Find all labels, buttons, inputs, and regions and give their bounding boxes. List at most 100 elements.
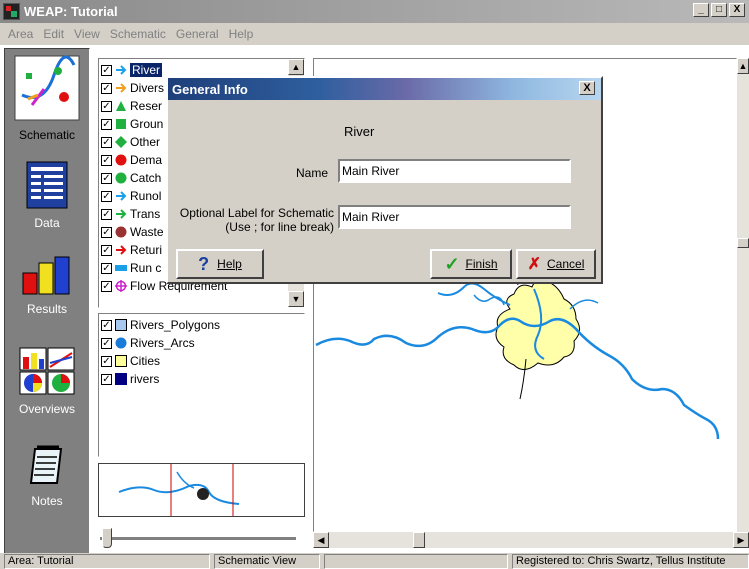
nav-overviews[interactable]: Overviews <box>5 347 89 416</box>
checkbox[interactable]: ✓ <box>101 355 112 367</box>
nav-data-label: Data <box>34 216 60 230</box>
checkbox[interactable]: ✓ <box>101 280 112 292</box>
layer-rivers[interactable]: ✓ rivers <box>101 370 159 388</box>
menu-area[interactable]: Area <box>8 27 33 41</box>
checkbox[interactable]: ✓ <box>101 337 112 349</box>
tree-item-reservoir[interactable]: ✓ Reser <box>101 97 162 115</box>
menu-help[interactable]: Help <box>229 27 254 41</box>
tree-item-transmission[interactable]: ✓ Trans <box>101 205 160 223</box>
schematic-icon <box>14 55 80 121</box>
river-arrow-icon <box>116 65 127 75</box>
layer-rivers-arcs[interactable]: ✓ Rivers_Arcs <box>101 334 195 352</box>
checkbox[interactable]: ✓ <box>101 118 112 130</box>
groundwater-square-icon <box>116 119 126 129</box>
nav-schematic[interactable]: Schematic <box>5 55 89 142</box>
map-scroll-up-icon[interactable]: ▲ <box>737 58 749 74</box>
tree-item-river[interactable]: ✓ River <box>101 61 163 79</box>
checkbox[interactable]: ✓ <box>101 136 112 148</box>
element-type-label: River <box>344 124 375 139</box>
scroll-left-icon[interactable]: ◀ <box>313 532 329 548</box>
tree-item-groundwater[interactable]: ✓ Groun <box>101 115 163 133</box>
close-button[interactable]: X <box>729 3 745 17</box>
scroll-right-icon[interactable]: ▶ <box>733 532 749 548</box>
tree-item-diversion[interactable]: ✓ Divers <box>101 79 164 97</box>
diversion-arrow-icon <box>116 83 127 93</box>
status-view: Schematic View <box>214 554 320 569</box>
cancel-button[interactable]: ✗ Cancel <box>516 249 596 279</box>
status-empty <box>324 554 508 569</box>
polygon-swatch-icon <box>115 319 127 331</box>
tree-item-catchment[interactable]: ✓ Catch <box>101 169 161 187</box>
schematic-label-field[interactable]: Main River <box>338 205 571 229</box>
name-field[interactable]: Main River <box>338 159 571 183</box>
finish-button[interactable]: ✓ Finish <box>430 249 512 279</box>
overview-map[interactable] <box>98 463 305 517</box>
nav-results[interactable]: Results <box>5 255 89 316</box>
restore-button[interactable]: □ <box>711 3 727 17</box>
view-bar: Schematic Data Results Overviews Notes <box>4 48 90 554</box>
tree-item-wastewater[interactable]: ✓ Waste <box>101 223 164 241</box>
checkbox[interactable]: ✓ <box>101 100 112 112</box>
checkbox[interactable]: ✓ <box>101 82 112 94</box>
minimize-button[interactable]: _ <box>693 3 709 17</box>
menu-bar: Area Edit View Schematic General Help <box>0 23 749 45</box>
map-vertical-scrollbar[interactable]: ▲ <box>737 58 749 532</box>
layer-list[interactable]: ✓ Rivers_Polygons ✓ Rivers_Arcs ✓ Cities… <box>98 313 305 457</box>
map-hscroll-thumb[interactable] <box>413 532 425 548</box>
run-of-river-icon <box>115 265 127 271</box>
help-question-icon: ? <box>198 253 210 274</box>
status-bar: Area: Tutorial Schematic View Registered… <box>0 553 749 569</box>
checkbox[interactable]: ✓ <box>101 208 112 220</box>
rivers-swatch-icon <box>115 373 127 385</box>
scroll-down-icon[interactable]: ▼ <box>288 291 304 307</box>
menu-view[interactable]: View <box>74 27 100 41</box>
checkbox[interactable]: ✓ <box>101 154 112 166</box>
zoom-slider[interactable] <box>98 528 305 548</box>
tree-item-other-supply[interactable]: ✓ Other <box>101 133 160 151</box>
nav-overviews-label: Overviews <box>18 402 75 416</box>
dialog-title: General Info <box>172 81 248 97</box>
status-area: Area: Tutorial <box>4 554 210 569</box>
tree-item-run-of-river[interactable]: ✓ Run c <box>101 259 161 277</box>
return-flow-arrow-icon <box>116 245 127 255</box>
checkbox[interactable]: ✓ <box>101 172 112 184</box>
arcs-circle-icon <box>115 337 127 349</box>
notes-icon <box>29 445 63 484</box>
checkbox[interactable]: ✓ <box>101 190 112 202</box>
checkbox[interactable]: ✓ <box>101 244 112 256</box>
layer-cities[interactable]: ✓ Cities <box>101 352 160 370</box>
checkbox[interactable]: ✓ <box>101 373 112 385</box>
menu-edit[interactable]: Edit <box>43 27 64 41</box>
checkbox[interactable]: ✓ <box>101 64 112 76</box>
nav-notes[interactable]: Notes <box>5 445 89 508</box>
tree-item-return-flow[interactable]: ✓ Returi <box>101 241 162 259</box>
dialog-close-button[interactable]: X <box>579 81 595 95</box>
help-button[interactable]: ? Help <box>176 249 264 279</box>
checkbox[interactable]: ✓ <box>101 262 112 274</box>
map-scroll-thumb[interactable] <box>737 238 749 248</box>
checkbox[interactable]: ✓ <box>101 226 112 238</box>
nav-results-label: Results <box>26 302 67 316</box>
nav-schematic-label: Schematic <box>18 128 76 142</box>
checkbox[interactable]: ✓ <box>101 319 112 331</box>
scroll-up-icon[interactable]: ▲ <box>288 59 304 75</box>
optional-label-caption: Optional Label for Schematic (Use ; for … <box>179 206 334 234</box>
tree-item-demand[interactable]: ✓ Dema <box>101 151 162 169</box>
flow-requirement-icon <box>115 280 127 292</box>
layer-rivers-polygons[interactable]: ✓ Rivers_Polygons <box>101 316 220 334</box>
nav-data[interactable]: Data <box>5 161 89 230</box>
runoff-arrow-icon <box>116 191 127 201</box>
reservoir-triangle-icon <box>116 101 126 111</box>
wastewater-circle-icon <box>115 226 127 238</box>
menu-general[interactable]: General <box>176 27 219 41</box>
map-horizontal-scrollbar[interactable]: ◀ ▶ <box>313 532 749 548</box>
dialog-title-bar[interactable]: General Info X <box>168 78 601 100</box>
name-label: Name <box>296 166 329 180</box>
status-registered: Registered to: Chris Swartz, Tellus Inst… <box>512 554 749 569</box>
title-bar: WEAP: Tutorial _ □ X <box>0 0 749 23</box>
tree-item-runoff[interactable]: ✓ Runol <box>101 187 161 205</box>
slider-thumb[interactable] <box>102 528 112 548</box>
weap-app-icon <box>3 3 20 20</box>
menu-schematic[interactable]: Schematic <box>110 27 166 41</box>
nav-notes-label: Notes <box>31 494 63 508</box>
